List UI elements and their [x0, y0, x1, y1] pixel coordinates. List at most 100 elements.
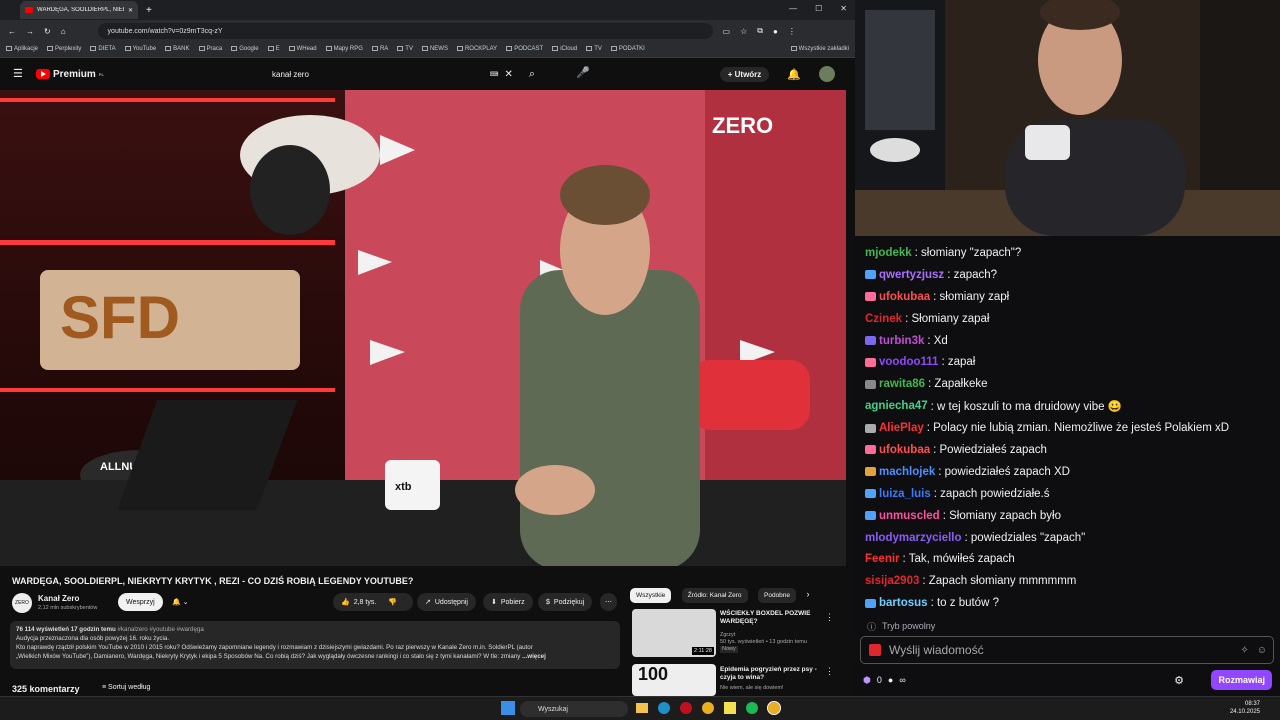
search-box[interactable]: kanał zero ⌨ ✕ ⌕: [265, 63, 535, 85]
bookmark-item[interactable]: NEWS: [421, 46, 448, 53]
coin-icon[interactable]: ●: [888, 675, 893, 685]
close-window-icon[interactable]: ✕: [840, 4, 847, 13]
bookmark-item[interactable]: TV: [586, 46, 602, 53]
clock[interactable]: 08:37 24.10.2025: [1230, 700, 1260, 716]
search-icon[interactable]: ⌕: [529, 68, 535, 81]
chat-text: : zapach?: [947, 268, 998, 281]
home-icon[interactable]: ⌂: [61, 27, 66, 36]
browser-tab[interactable]: WARDĘGA, SOOLDIERPL, NIEKRY… ✕: [20, 1, 138, 19]
spotify-icon[interactable]: [746, 702, 758, 714]
extensions-icon[interactable]: ⧉: [757, 26, 763, 36]
channel-name[interactable]: Kanał Zero: [38, 594, 79, 603]
more-options-icon[interactable]: ⋮: [825, 666, 834, 677]
bookmark-item[interactable]: Aplikacje: [6, 46, 38, 53]
notes-icon[interactable]: [724, 702, 736, 714]
chat-placeholder: Wyślij wiadomość: [889, 643, 984, 657]
menu-icon[interactable]: ⋮: [788, 27, 796, 36]
clear-search-icon[interactable]: ✕: [504, 69, 512, 80]
bookmark-item[interactable]: RA: [371, 46, 388, 53]
bookmark-item[interactable]: PODATKI: [610, 46, 645, 53]
close-tab-icon[interactable]: ✕: [128, 7, 133, 14]
chat-username: sisija2903: [865, 575, 920, 588]
keyboard-icon[interactable]: ⌨: [490, 71, 499, 78]
bookmark-item[interactable]: Google: [231, 46, 259, 53]
opera-icon[interactable]: [680, 702, 692, 714]
start-icon[interactable]: [501, 701, 515, 715]
chevron-right-icon[interactable]: ›: [806, 589, 809, 599]
chat-text: : Słomiany zapach było: [942, 509, 1061, 522]
taskbar-search[interactable]: Wyszukaj: [520, 701, 628, 717]
cast-icon[interactable]: ▭: [723, 27, 731, 36]
star-icon[interactable]: ☆: [740, 27, 747, 36]
like-button[interactable]: 👍 2,8 tys. 👎: [333, 593, 413, 611]
chat-send-button[interactable]: Rozmawiaj: [1211, 670, 1272, 690]
chat-input[interactable]: Wyślij wiadomość ✧ ☺: [860, 636, 1274, 664]
bookmark-item[interactable]: DIETA: [90, 46, 116, 53]
chip-source[interactable]: Źródło: Kanał Zero: [681, 588, 748, 603]
settings-icon[interactable]: ⚙: [1174, 674, 1184, 687]
chat-message: bartosus: to z butów ?: [855, 592, 1280, 614]
back-icon[interactable]: ←: [8, 27, 16, 36]
chrome-icon[interactable]: [702, 702, 714, 714]
bookmark-item[interactable]: PODCAST: [506, 46, 543, 53]
forward-icon[interactable]: →: [26, 27, 34, 36]
sub-badge-icon: [865, 423, 876, 433]
create-button[interactable]: + Utwórz: [719, 66, 770, 82]
sub-badge-icon: [865, 336, 876, 345]
sort-comments-button[interactable]: ≡ Sortuj według: [102, 684, 150, 691]
minimize-icon[interactable]: —: [789, 4, 797, 13]
chat-message: sisija2903: Zapach słomiany mmmmmm: [855, 570, 1280, 592]
hamburger-menu-icon[interactable]: ☰: [13, 67, 23, 80]
chip-all[interactable]: Wszystkie: [630, 588, 672, 603]
bits-icon[interactable]: ✧: [1240, 645, 1248, 656]
maximize-icon[interactable]: ☐: [815, 4, 822, 13]
profile-icon[interactable]: ●: [773, 27, 778, 36]
chat-footer: ⬢ 0 ● ∞ ⚙ Rozmawiaj: [855, 664, 1280, 696]
explorer-icon[interactable]: [636, 703, 648, 713]
microphone-icon[interactable]: 🎤: [576, 66, 590, 79]
xtb-logo: xtb: [395, 481, 412, 493]
bookmark-item[interactable]: YouTube: [124, 46, 156, 53]
new-tab-icon[interactable]: +: [146, 5, 152, 16]
related-thumbnail[interactable]: 2:11:28: [632, 609, 716, 657]
more-options-icon[interactable]: ⋮: [825, 612, 834, 623]
address-toolbar: ← → ↻ ⌂ youtube.com/watch?v=0z9mT3cq-zY …: [0, 20, 855, 42]
bookmark-item[interactable]: TV: [397, 46, 413, 53]
reload-icon[interactable]: ↻: [44, 27, 51, 36]
points-icon[interactable]: ⬢: [863, 675, 871, 686]
new-badge: Nowy: [720, 646, 738, 653]
emote-picker-icon[interactable]: ☺: [1257, 645, 1267, 656]
youtube-logo[interactable]: Premium PL: [36, 69, 104, 80]
bookmark-item[interactable]: Mapy RPG: [325, 46, 363, 53]
share-button[interactable]: ↗ Udostępnij: [417, 593, 476, 611]
notifications-icon[interactable]: 🔔: [787, 68, 801, 81]
bookmark-item[interactable]: E: [267, 46, 280, 53]
bookmark-item[interactable]: BANK: [165, 46, 190, 53]
account-avatar[interactable]: [819, 66, 835, 82]
notification-bell-icon[interactable]: 🔔 ⌄: [164, 593, 197, 611]
bookmark-item[interactable]: Perplexity: [47, 46, 81, 53]
chip-similar[interactable]: Podobne: [758, 588, 797, 603]
bookmark-item[interactable]: Praca: [198, 46, 222, 53]
related-title[interactable]: WŚCIEKŁY BOXDEL POZWIE WARDĘGĘ?: [720, 610, 830, 626]
related-title[interactable]: Epidemia pogryzień przez psy - czyja to …: [720, 666, 830, 682]
chat-username: ufokubaa: [879, 290, 931, 303]
support-button[interactable]: Wesprzyj: [118, 593, 163, 611]
address-bar[interactable]: youtube.com/watch?v=0z9mT3cq-zY: [97, 23, 713, 39]
description-box[interactable]: 76 114 wyświetleń 17 godzin temu #kanalz…: [10, 621, 620, 669]
bookmark-item[interactable]: ROCKPLAY: [456, 46, 497, 53]
download-button[interactable]: ⬇ Pobierz: [483, 593, 533, 611]
related-thumbnail[interactable]: 100: [632, 664, 716, 696]
show-more-link[interactable]: ...więcej: [522, 653, 546, 660]
thanks-button[interactable]: $ Podziękuj: [538, 593, 593, 611]
channel-avatar[interactable]: ZERO: [12, 593, 32, 613]
all-bookmarks[interactable]: Wszystkie zakładki: [790, 46, 849, 53]
search-input[interactable]: kanał zero: [272, 70, 309, 79]
more-actions-icon[interactable]: ⋯: [600, 593, 617, 611]
chrome-active-icon[interactable]: [767, 701, 781, 715]
edge-icon[interactable]: [658, 702, 670, 714]
bookmark-item[interactable]: iCloud: [552, 46, 577, 53]
bookmark-item[interactable]: WHead: [288, 46, 317, 53]
video-player[interactable]: SFD ALLNUTRITION xtb ZERO: [0, 90, 846, 566]
chat-text: : Powiedziałeś zapach: [933, 443, 1047, 456]
